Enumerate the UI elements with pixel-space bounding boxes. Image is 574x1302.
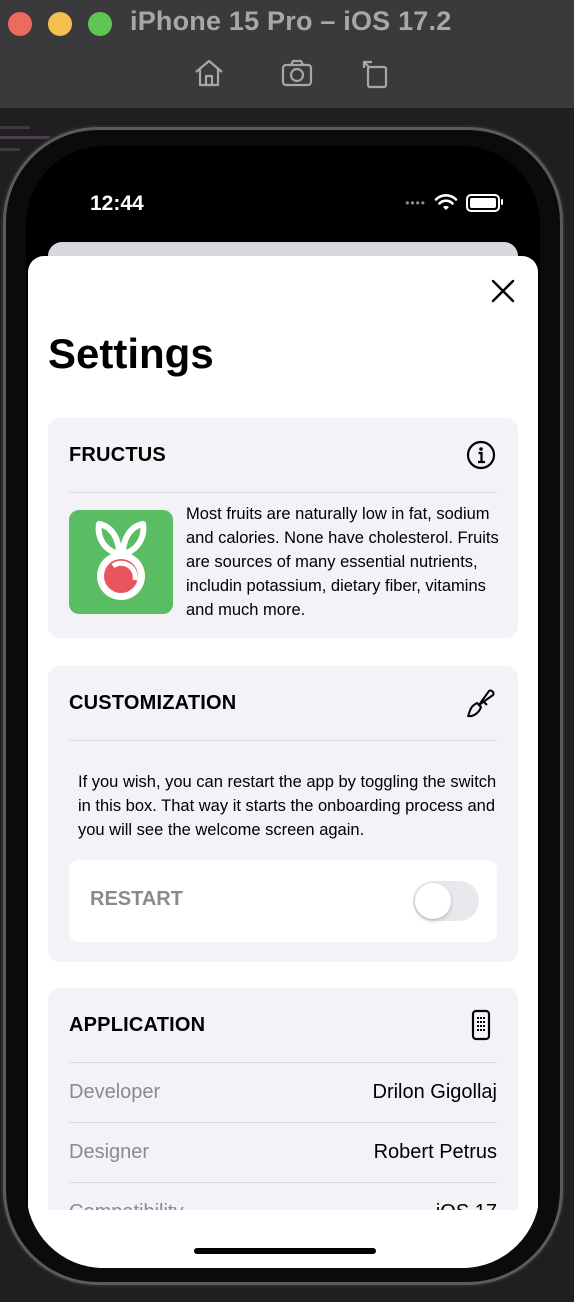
info-row-developer: Developer Drilon Gigollaj <box>69 1062 497 1123</box>
iphone-frame: 12:44 •••• Settings FRUCTUS Most fruits … <box>6 130 560 1282</box>
minimize-window-button[interactable] <box>48 12 72 36</box>
fructus-header: FRUCTUS <box>69 418 497 493</box>
application-header: APPLICATION <box>69 988 497 1063</box>
fructus-description: Most fruits are naturally low in fat, so… <box>186 505 499 619</box>
page-title: Settings <box>48 330 214 377</box>
info-value: Drilon Gigollaj <box>372 1080 498 1103</box>
customization-header: CUSTOMIZATION <box>69 666 497 741</box>
status-icons: •••• <box>405 194 503 212</box>
home-icon[interactable] <box>192 56 226 90</box>
application-title: APPLICATION <box>69 1013 206 1036</box>
phone-screen: 12:44 •••• Settings FRUCTUS Most fruits … <box>26 146 540 1268</box>
home-indicator[interactable] <box>194 1248 376 1254</box>
iphone-icon <box>471 1009 491 1041</box>
close-icon <box>491 279 515 303</box>
settings-sheet: Settings FRUCTUS Most fruits are natural… <box>28 256 538 1268</box>
info-value: Robert Petrus <box>373 1140 497 1163</box>
close-window-button[interactable] <box>8 12 32 36</box>
battery-icon <box>466 194 503 212</box>
restart-toggle[interactable] <box>413 881 479 921</box>
toggle-knob <box>415 883 451 919</box>
paintbrush-icon <box>467 689 495 718</box>
fructus-title: FRUCTUS <box>69 443 166 466</box>
status-time: 12:44 <box>90 192 144 215</box>
scroll-cutoff <box>28 1210 538 1268</box>
customization-title: CUSTOMIZATION <box>69 691 237 714</box>
close-button[interactable] <box>490 278 516 304</box>
window-title: iPhone 15 Pro – iOS 17.2 <box>130 6 452 36</box>
restart-row: RESTART <box>69 860 497 942</box>
info-key: Designer <box>69 1140 150 1163</box>
cellular-icon: •••• <box>405 196 426 210</box>
rotate-icon[interactable] <box>360 56 394 90</box>
zoom-window-button[interactable] <box>88 12 112 36</box>
wifi-icon <box>434 194 458 210</box>
screenshot-icon[interactable] <box>280 56 314 90</box>
customization-card: CUSTOMIZATION If you wish, you can resta… <box>48 666 518 962</box>
info-key: Developer <box>69 1080 161 1103</box>
restart-label: RESTART <box>90 888 183 910</box>
info-row-designer: Designer Robert Petrus <box>69 1122 497 1183</box>
app-logo <box>69 510 173 614</box>
info-icon <box>466 440 496 470</box>
fructus-card: FRUCTUS Most fruits are naturally low in… <box>48 418 518 638</box>
simulator-titlebar: iPhone 15 Pro – iOS 17.2 <box>0 0 574 109</box>
customization-description: If you wish, you can restart the app by … <box>78 773 497 839</box>
